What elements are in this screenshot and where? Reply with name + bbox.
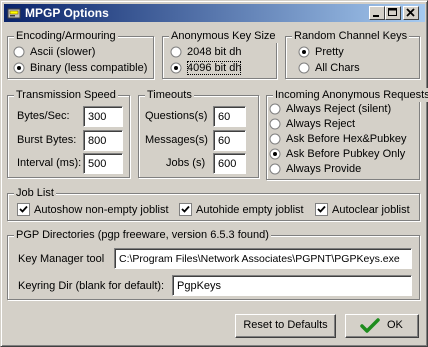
radio-unselected-icon[interactable]	[269, 118, 281, 130]
messages-timeout-label: Messages(s)	[145, 134, 208, 146]
radio-unselected-icon[interactable]	[170, 46, 182, 58]
job-list-group: Job List Autoshow non-empty joblist Auto…	[7, 186, 420, 221]
anon-key-size-legend: Anonymous Key Size	[169, 29, 278, 43]
key-size-option-label: 4096 bit dh	[187, 61, 242, 75]
radio-selected-icon[interactable]	[298, 46, 310, 58]
close-icon	[406, 8, 415, 17]
minimize-button[interactable]	[369, 6, 385, 20]
incoming-option-label: Ask Before Pubkey Only	[286, 148, 406, 160]
interval-ms-input[interactable]: 500	[83, 153, 123, 174]
keyring-dir-input[interactable]: PgpKeys	[172, 275, 412, 296]
window-title: MPGP Options	[25, 6, 109, 20]
encoding-legend: Encoding/Armouring	[14, 29, 118, 43]
checkbox-label: Autoshow non-empty joblist	[34, 204, 169, 216]
radio-selected-icon[interactable]	[269, 148, 281, 160]
incoming-option-label: Ask Before Hex&Pubkey	[286, 133, 407, 145]
checkbox-label: Autoclear joblist	[332, 204, 410, 216]
interval-ms-label: Interval (ms):	[17, 157, 82, 169]
burst-bytes-label: Burst Bytes:	[17, 134, 77, 146]
key-manager-path-input[interactable]: C:\Program Files\Network Associates\PGPN…	[114, 248, 412, 269]
radio-selected-icon[interactable]	[13, 62, 25, 74]
radio-unselected-icon[interactable]	[269, 163, 281, 175]
radio-unselected-icon[interactable]	[269, 103, 281, 115]
maximize-button[interactable]	[385, 6, 401, 20]
channel-keys-option-label: Pretty	[315, 46, 344, 58]
incoming-option-label: Always Provide	[286, 163, 362, 175]
messages-timeout-input[interactable]: 60	[213, 130, 246, 151]
questions-timeout-label: Questions(s)	[145, 110, 208, 122]
pgp-directories-group: PGP Directories (pgp freeware, version 6…	[7, 228, 420, 300]
reset-to-defaults-button[interactable]: Reset to Defaults	[235, 314, 336, 338]
close-button[interactable]	[403, 6, 419, 20]
title-bar[interactable]: MPGP Options	[4, 4, 425, 22]
bytes-per-sec-input[interactable]: 300	[83, 106, 123, 127]
radio-unselected-icon[interactable]	[269, 133, 281, 145]
random-channel-keys-group: Random Channel Keys Pretty All Chars	[285, 29, 420, 79]
incoming-requests-legend: Incoming Anonymous Requests	[273, 88, 428, 102]
job-list-legend: Job List	[14, 186, 56, 200]
questions-timeout-input[interactable]: 60	[213, 106, 246, 127]
key-size-option-label: 2048 bit dh	[187, 46, 242, 58]
ok-button-label: OK	[387, 319, 403, 331]
checkbox-checked-icon[interactable]	[17, 203, 30, 216]
maximize-icon	[388, 8, 397, 16]
jobs-timeout-input[interactable]: 600	[213, 153, 246, 174]
encoding-option-label: Ascii (slower)	[30, 46, 96, 58]
timeouts-group: Timeouts Questions(s) 60 Messages(s) 60 …	[138, 88, 259, 178]
incoming-requests-group: Incoming Anonymous Requests Always Rejec…	[266, 88, 428, 180]
transmission-speed-legend: Transmission Speed	[14, 88, 118, 102]
radio-unselected-icon[interactable]	[298, 62, 310, 74]
checkbox-label: Autohide empty joblist	[196, 204, 304, 216]
minimize-icon	[373, 15, 379, 17]
jobs-timeout-label: Jobs (s)	[166, 157, 206, 169]
radio-selected-icon[interactable]	[170, 62, 182, 74]
transmission-speed-group: Transmission Speed Bytes/Sec: 300 Burst …	[7, 88, 130, 178]
pgp-directories-legend: PGP Directories (pgp freeware, version 6…	[14, 228, 271, 242]
random-channel-keys-legend: Random Channel Keys	[292, 29, 410, 43]
encoding-option-label: Binary (less compatible)	[30, 62, 148, 74]
channel-keys-option-label: All Chars	[315, 62, 360, 74]
mpgp-options-window: MPGP Options Encoding/Armouring Ascii (s…	[0, 0, 428, 347]
checkbox-checked-icon[interactable]	[315, 203, 328, 216]
ok-button[interactable]: OK	[345, 314, 419, 338]
app-key-icon	[7, 8, 21, 19]
checkbox-checked-icon[interactable]	[179, 203, 192, 216]
incoming-option-label: Always Reject (silent)	[286, 103, 392, 115]
radio-unselected-icon[interactable]	[13, 46, 25, 58]
keyring-dir-label: Keyring Dir (blank for default):	[18, 280, 165, 292]
encoding-group: Encoding/Armouring Ascii (slower) Binary…	[7, 29, 154, 79]
incoming-option-label: Always Reject	[286, 118, 356, 130]
checkmark-icon	[360, 318, 380, 333]
anon-key-size-group: Anonymous Key Size 2048 bit dh 4096 bit …	[162, 29, 278, 79]
bytes-per-sec-label: Bytes/Sec:	[17, 110, 70, 122]
timeouts-legend: Timeouts	[145, 88, 194, 102]
burst-bytes-input[interactable]: 800	[83, 130, 123, 151]
key-manager-label: Key Manager tool	[18, 253, 105, 265]
